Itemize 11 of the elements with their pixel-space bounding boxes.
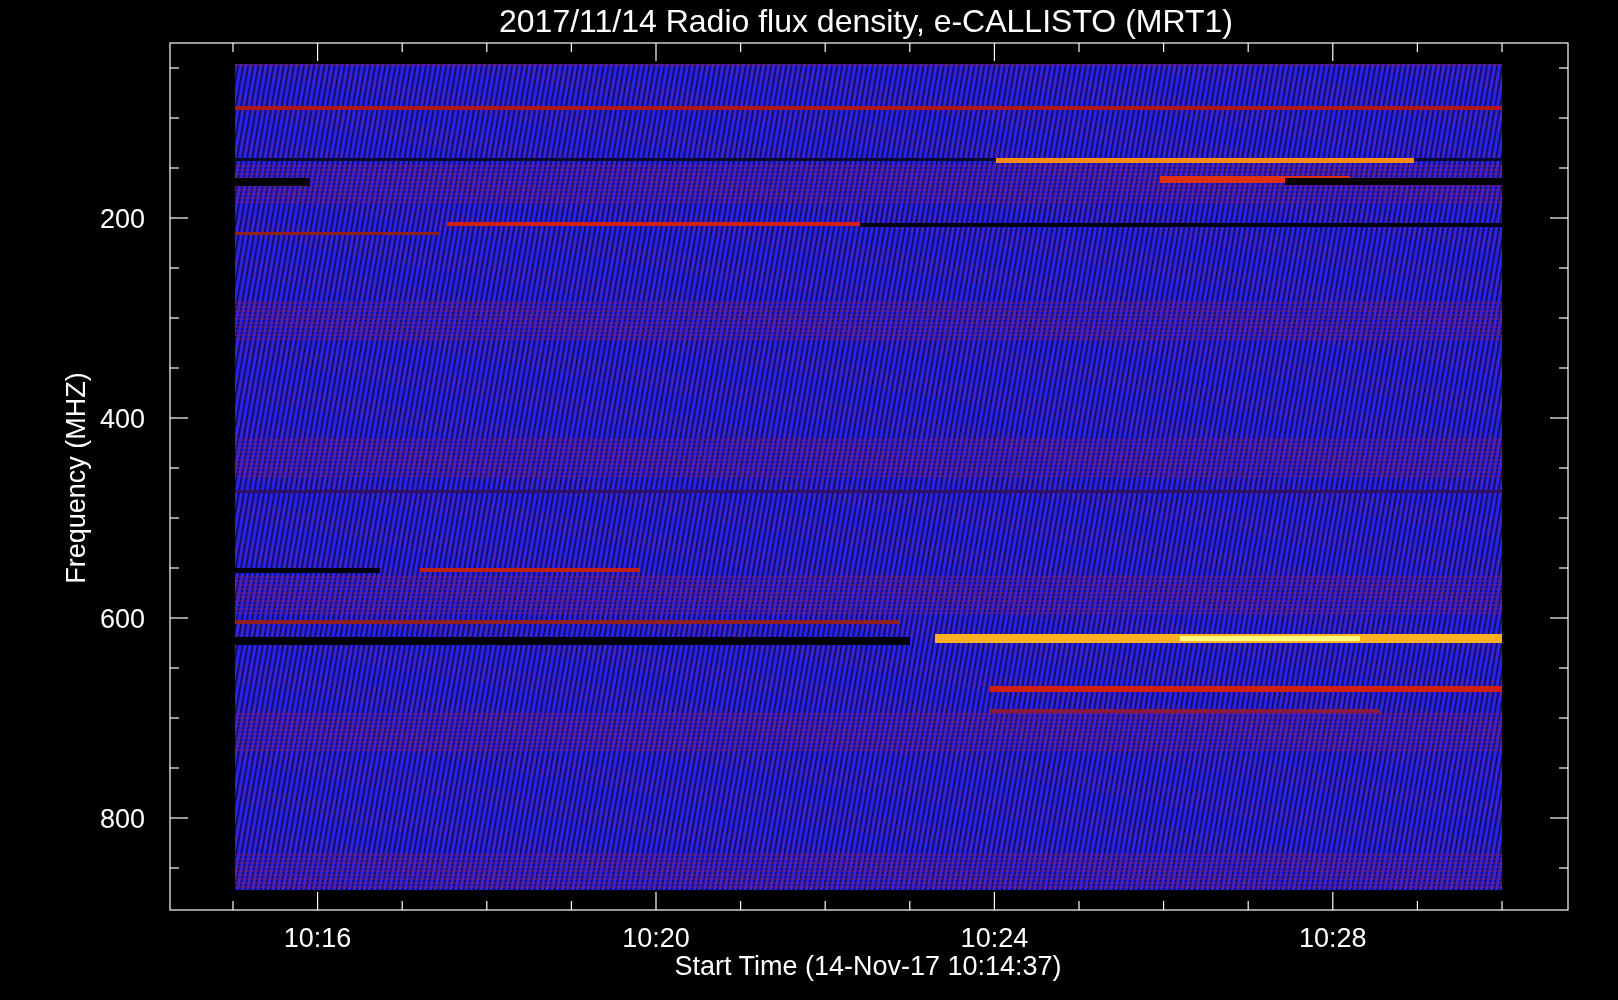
y-tick-label: 400 xyxy=(99,404,145,434)
x-tick-label: 10:16 xyxy=(283,923,352,953)
x-tick-label: 10:24 xyxy=(960,923,1029,953)
y-tick-label: 600 xyxy=(99,604,145,634)
x-axis-title: Start Time (14-Nov-17 10:14:37) xyxy=(674,951,1062,981)
y-axis-title: Frequency (MHZ) xyxy=(61,372,91,584)
y-tick-label: 200 xyxy=(99,204,145,234)
y-tick-label: 800 xyxy=(99,804,145,834)
x-tick-label: 10:28 xyxy=(1299,923,1367,953)
x-tick-label: 10:20 xyxy=(622,923,690,953)
chart-title: 2017/11/14 Radio flux density, e-CALLISTO (MRT1) xyxy=(499,3,1233,39)
